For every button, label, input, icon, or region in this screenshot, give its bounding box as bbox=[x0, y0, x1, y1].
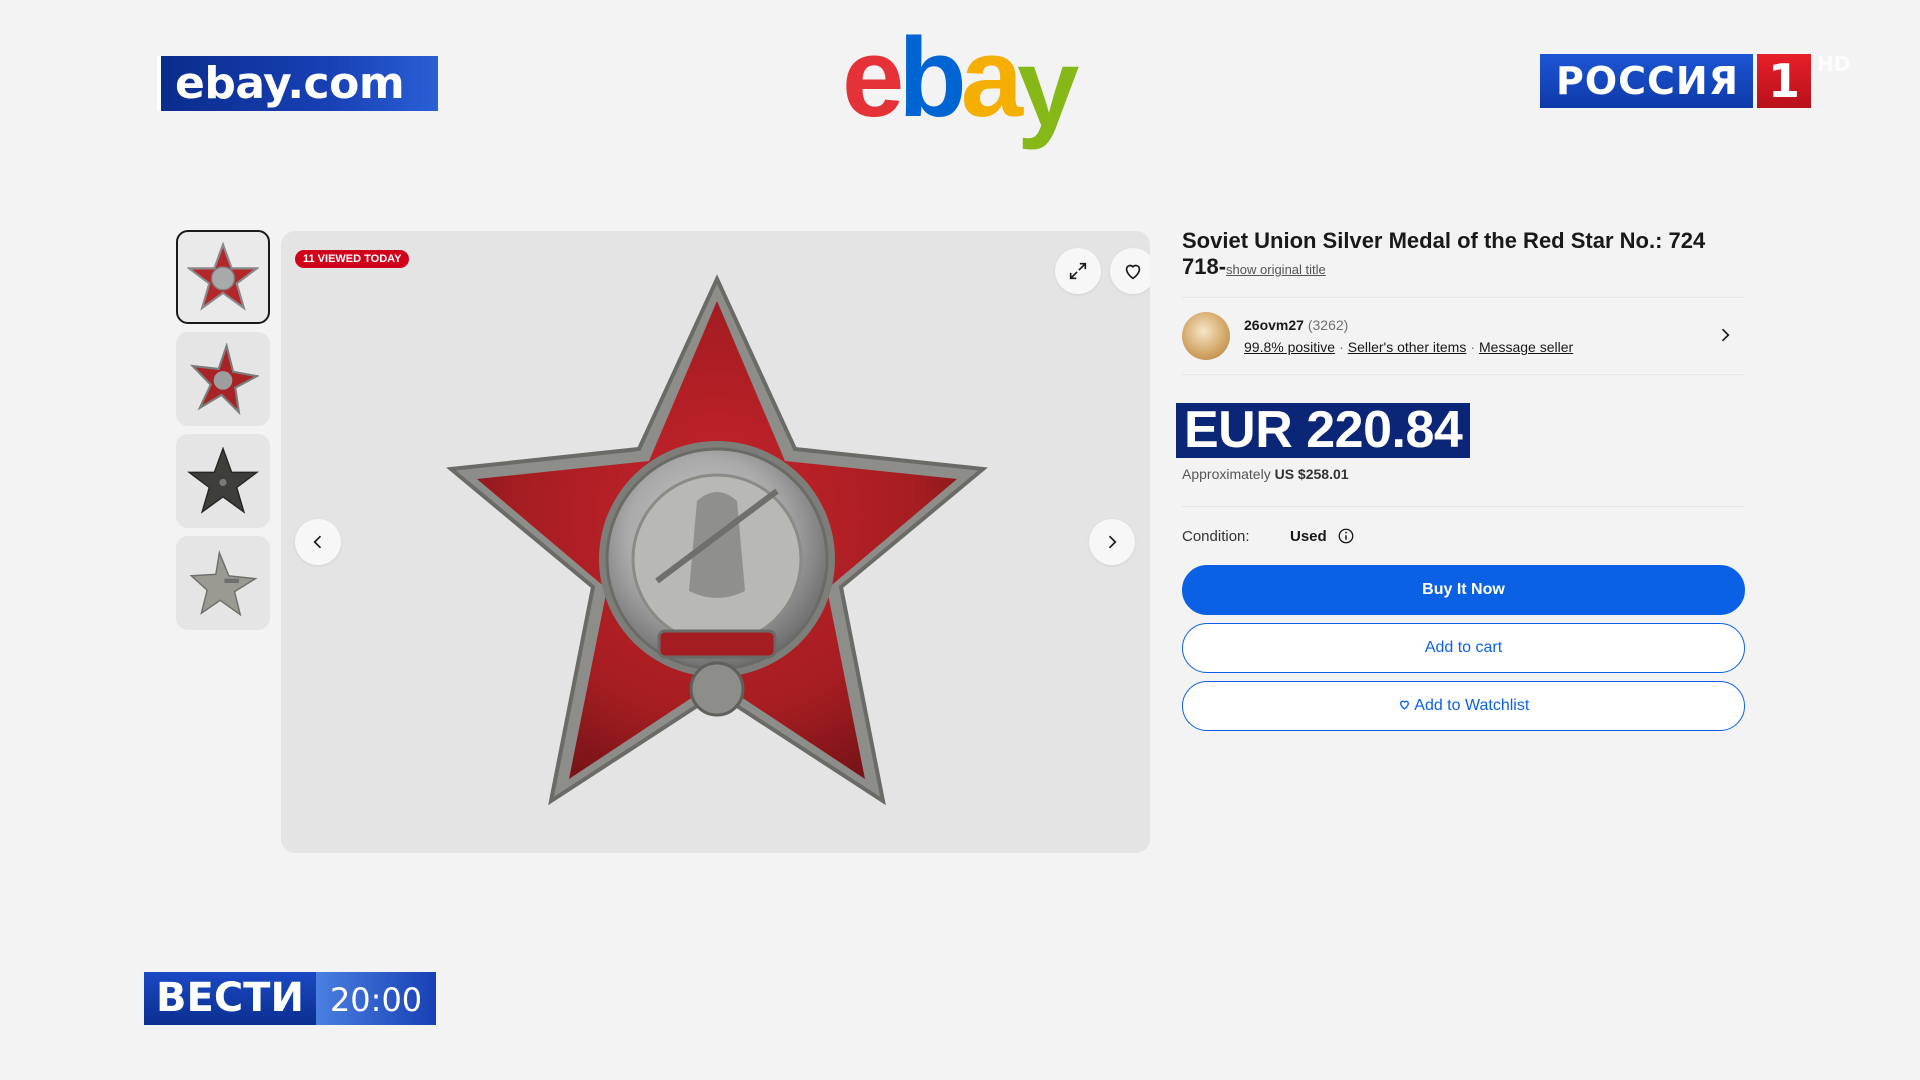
program-badge: ВЕСТИ 20:00 bbox=[144, 972, 437, 1025]
condition-label: Condition: bbox=[1182, 527, 1250, 545]
condition-value: Used bbox=[1290, 527, 1327, 545]
listing-panel: Soviet Union Silver Medal of the Red Sta… bbox=[1176, 228, 1745, 731]
message-seller-link[interactable]: Message seller bbox=[1479, 339, 1573, 355]
approximate-price: Approximately US $258.01 bbox=[1182, 466, 1745, 482]
seller-card[interactable]: 26ovm27 (3262) 99.8% positive · Seller's o… bbox=[1182, 297, 1745, 375]
medal-front-thumb-icon bbox=[187, 241, 259, 311]
heart-icon bbox=[1125, 264, 1141, 280]
add-to-watchlist-label: Add to Watchlist bbox=[1414, 697, 1530, 714]
seller-links: 99.8% positive · Seller's other items · Mess… bbox=[1244, 339, 1573, 355]
channel-number: 1 bbox=[1757, 54, 1811, 108]
viewed-today-badge: 11 VIEWED TODAY bbox=[295, 250, 410, 268]
previous-image-button[interactable] bbox=[295, 519, 341, 565]
logo-letter-e: e bbox=[842, 15, 904, 140]
condition-row: Condition: Used bbox=[1182, 506, 1745, 545]
approx-label: Approximately bbox=[1182, 466, 1271, 482]
program-time: 20:00 bbox=[315, 972, 437, 1025]
channel-logo: РОССИЯ 1 HD bbox=[1540, 52, 1851, 108]
program-name: ВЕСТИ bbox=[144, 972, 316, 1025]
heart-icon bbox=[1399, 700, 1409, 710]
thumbnail-side[interactable] bbox=[176, 536, 270, 630]
medal-side-thumb-icon bbox=[189, 550, 258, 617]
info-icon[interactable] bbox=[1337, 527, 1355, 545]
thumbnail-front[interactable] bbox=[176, 230, 270, 324]
price: EUR 220.84 bbox=[1176, 403, 1471, 458]
favorite-button[interactable] bbox=[1110, 248, 1150, 294]
channel-hd: HD bbox=[1817, 52, 1851, 76]
expand-icon bbox=[1069, 262, 1087, 280]
source-badge: ebay.com bbox=[157, 56, 438, 111]
thumbnail-back[interactable] bbox=[176, 434, 270, 528]
buy-it-now-button[interactable]: Buy It Now bbox=[1182, 565, 1745, 615]
separator: · bbox=[1470, 339, 1476, 355]
thumbnail-list bbox=[176, 230, 272, 638]
logo-letter-b: b bbox=[898, 15, 966, 140]
channel-name: РОССИЯ bbox=[1540, 54, 1753, 108]
ebay-logo[interactable]: ebay bbox=[842, 22, 1079, 144]
seller-name[interactable]: 26ovm27 bbox=[1244, 317, 1304, 333]
medal-angle-thumb-icon bbox=[189, 343, 259, 415]
logo-letter-a: a bbox=[960, 15, 1023, 140]
logo-letter-y: y bbox=[1017, 25, 1079, 150]
next-image-button[interactable] bbox=[1089, 519, 1135, 565]
add-to-cart-button[interactable]: Add to cart bbox=[1182, 623, 1745, 673]
seller-info: 26ovm27 (3262) 99.8% positive · Seller's o… bbox=[1244, 317, 1573, 355]
seller-other-items-link[interactable]: Seller's other items bbox=[1348, 339, 1467, 355]
chevron-right-icon bbox=[1108, 535, 1117, 549]
show-original-title-link[interactable]: show original title bbox=[1226, 262, 1326, 277]
separator: · bbox=[1339, 339, 1344, 355]
seller-positive-link[interactable]: 99.8% positive bbox=[1244, 339, 1335, 355]
red-star-medal-image bbox=[446, 274, 988, 806]
thumbnail-angle[interactable] bbox=[176, 332, 270, 426]
main-product-image[interactable]: 11 VIEWED TODAY bbox=[281, 231, 1150, 853]
medal-back-thumb-icon bbox=[187, 446, 259, 514]
expand-button[interactable] bbox=[1055, 248, 1101, 294]
approx-value: US $258.01 bbox=[1274, 466, 1349, 482]
chevron-right-icon[interactable] bbox=[1715, 325, 1735, 345]
listing-title-block: Soviet Union Silver Medal of the Red Sta… bbox=[1182, 228, 1745, 283]
seller-feedback-score: (3262) bbox=[1307, 317, 1349, 333]
chevron-left-icon bbox=[313, 535, 322, 549]
seller-avatar[interactable] bbox=[1182, 312, 1230, 360]
add-to-watchlist-button[interactable]: Add to Watchlist bbox=[1182, 681, 1745, 731]
